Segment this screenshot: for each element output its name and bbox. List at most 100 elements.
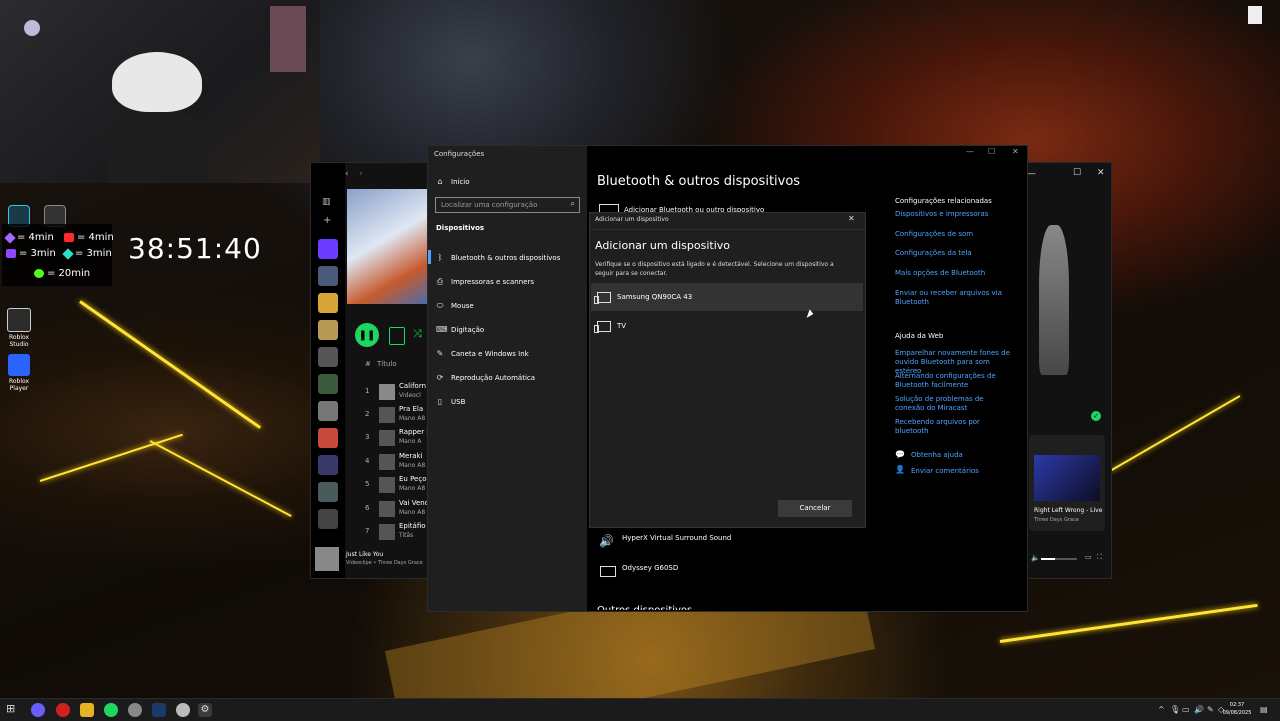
autoplay-icon: ⟳	[436, 373, 444, 382]
network-icon[interactable]: ▭	[1182, 705, 1190, 714]
spotify-icon[interactable]	[104, 703, 118, 717]
nav-autoplay[interactable]: ⟳ Reprodução Automática	[436, 373, 535, 382]
track-art	[379, 407, 395, 423]
close-icon[interactable]: ✕	[1012, 147, 1019, 156]
link-devices-printers[interactable]: Dispositivos e impressoras	[895, 210, 1013, 219]
back-arrow-icon[interactable]: ‹	[345, 169, 349, 179]
playlist-thumb[interactable]	[318, 266, 338, 286]
help-icon: 💬	[895, 450, 905, 459]
column-header-title: Título	[377, 360, 397, 368]
nav-usb[interactable]: ▯ USB	[436, 397, 466, 406]
usb-icon: ▯	[437, 397, 443, 406]
link-send-receive-files[interactable]: Enviar ou receber arquivos via Bluetooth	[895, 289, 1013, 307]
play-pause-button[interactable]: ❚❚	[355, 323, 379, 347]
search-input[interactable]: Localizar uma configuração ⌕	[435, 197, 580, 213]
display-icon	[594, 291, 611, 304]
now-playing-panel: ✓ Right Left Wrong - Live Three Days Gra…	[1027, 185, 1109, 575]
cancel-button[interactable]: Cancelar	[778, 500, 852, 517]
nav-pen[interactable]: ✎ Caneta e Windows Ink	[436, 349, 529, 358]
close-icon[interactable]: ✕	[848, 214, 855, 223]
playlist-thumb[interactable]	[318, 509, 338, 529]
queue-card[interactable]: Right Left Wrong - Live Three Days Grace	[1029, 435, 1105, 531]
feedback-link[interactable]: Enviar comentários	[911, 467, 1029, 476]
file-explorer-icon[interactable]	[80, 703, 94, 717]
now-playing-art[interactable]	[315, 547, 339, 571]
playlist-thumb[interactable]	[318, 320, 338, 340]
steam-icon[interactable]	[152, 703, 166, 717]
help-link[interactable]: Alternando configurações de Bluetooth fa…	[895, 372, 1013, 390]
mouse-icon: ⬭	[436, 301, 444, 310]
nav-printers[interactable]: ⎙ Impressoras e scanners	[436, 277, 534, 287]
app-icon[interactable]	[31, 703, 45, 717]
playlist-thumb[interactable]	[318, 401, 338, 421]
start-icon[interactable]: ⊞	[6, 702, 20, 716]
playlist-mini-cover[interactable]	[389, 327, 405, 345]
tray-chevron-icon[interactable]: ^	[1158, 705, 1165, 714]
wallpaper-lightning	[39, 433, 183, 482]
notification-icon[interactable]: ▤	[1260, 705, 1268, 714]
help-link[interactable]: Solução de problemas de conexão do Mirac…	[895, 395, 1013, 413]
selected-indicator	[428, 250, 431, 264]
dialog-heading: Adicionar um dispositivo	[595, 239, 730, 252]
device-name[interactable]: Odyssey G60SD	[622, 564, 678, 572]
playlist-thumb[interactable]	[318, 482, 338, 502]
shuffle-icon[interactable]: ⤨	[413, 327, 422, 341]
minimize-icon[interactable]: —	[966, 147, 974, 156]
search-icon: ⌕	[570, 199, 575, 208]
track-art	[379, 501, 395, 517]
timer-entry: = 20min	[34, 268, 90, 279]
opera-icon[interactable]	[56, 703, 70, 717]
volume-icon[interactable]: 🔈	[1031, 554, 1040, 562]
add-icon[interactable]: +	[323, 215, 331, 226]
maximize-icon[interactable]: ☐	[988, 147, 995, 156]
clock[interactable]: 02:37 09/08/2025	[1222, 701, 1252, 717]
nav-mouse[interactable]: ⬭ Mouse	[436, 301, 474, 311]
desktop-icon-roblox-studio[interactable]: Roblox Studio	[4, 308, 34, 348]
track-art	[379, 477, 395, 493]
playlist-thumb[interactable]	[318, 347, 338, 367]
column-header: #	[365, 360, 371, 368]
now-playing-title[interactable]: Just Like You	[346, 551, 383, 558]
roblox-player-icon	[8, 354, 30, 376]
playlist-thumb[interactable]	[318, 374, 338, 394]
desktop-icon-roblox-player[interactable]: Roblox Player	[4, 354, 34, 392]
device-name[interactable]: HyperX Virtual Surround Sound	[622, 534, 731, 542]
playlist-thumb[interactable]	[318, 428, 338, 448]
maximize-icon[interactable]: ☐	[1073, 168, 1081, 178]
app-icon[interactable]	[176, 703, 190, 717]
webcam-overlay	[0, 0, 320, 183]
taskbar: ⊞ ⚙ ^ 🎙 ▭ 🔊 ✎ ◇ 02:37 09/08/2025 ▤	[0, 698, 1280, 721]
link-more-bluetooth[interactable]: Mais opções de Bluetooth	[895, 269, 1013, 278]
help-link[interactable]: Recebendo arquivos por bluetooth	[895, 418, 1013, 436]
track-art	[379, 524, 395, 540]
nav-home[interactable]: ⌂ Início	[436, 177, 469, 186]
link-sound-settings[interactable]: Configurações de som	[895, 230, 1013, 239]
minimize-icon[interactable]: —	[1027, 169, 1036, 179]
fullscreen-icon[interactable]: ⛶	[1097, 553, 1102, 562]
liked-songs-thumb[interactable]	[318, 239, 338, 259]
mini-player-icon[interactable]: ▭	[1085, 553, 1092, 561]
volume-icon[interactable]: 🔊	[1194, 705, 1204, 714]
device-list-item[interactable]: Samsung QN90CA 43	[591, 283, 863, 311]
nav-typing[interactable]: ⌨ Digitação	[436, 325, 484, 334]
wallpaper-lightning	[79, 300, 262, 429]
device-list-item[interactable]: TV	[591, 312, 863, 340]
volume-slider[interactable]	[1041, 558, 1077, 560]
pen-icon: ✎	[436, 349, 444, 358]
close-icon[interactable]: ✕	[1097, 168, 1105, 178]
add-device-dialog: Adicionar um dispositivo ✕ Adicionar um …	[589, 212, 866, 528]
check-icon[interactable]: ✓	[1091, 411, 1101, 421]
nav-bluetooth[interactable]: ᛒ Bluetooth & outros dispositivos	[436, 253, 561, 262]
obs-icon[interactable]	[128, 703, 142, 717]
playlist-thumb[interactable]	[318, 455, 338, 475]
playlist-thumb[interactable]	[318, 293, 338, 313]
get-help-link[interactable]: Obtenha ajuda	[911, 451, 1029, 460]
link-display-settings[interactable]: Configurações da tela	[895, 249, 1013, 258]
pen-tray-icon[interactable]: ✎	[1207, 705, 1214, 714]
library-icon[interactable]: ▥	[322, 197, 331, 207]
forward-arrow-icon[interactable]: ›	[359, 169, 363, 179]
diamond-icon	[62, 247, 74, 260]
desktop-file-icon[interactable]	[1248, 6, 1262, 24]
settings-gear-icon[interactable]: ⚙	[198, 703, 212, 717]
microphone-icon[interactable]: 🎙	[1170, 705, 1180, 714]
